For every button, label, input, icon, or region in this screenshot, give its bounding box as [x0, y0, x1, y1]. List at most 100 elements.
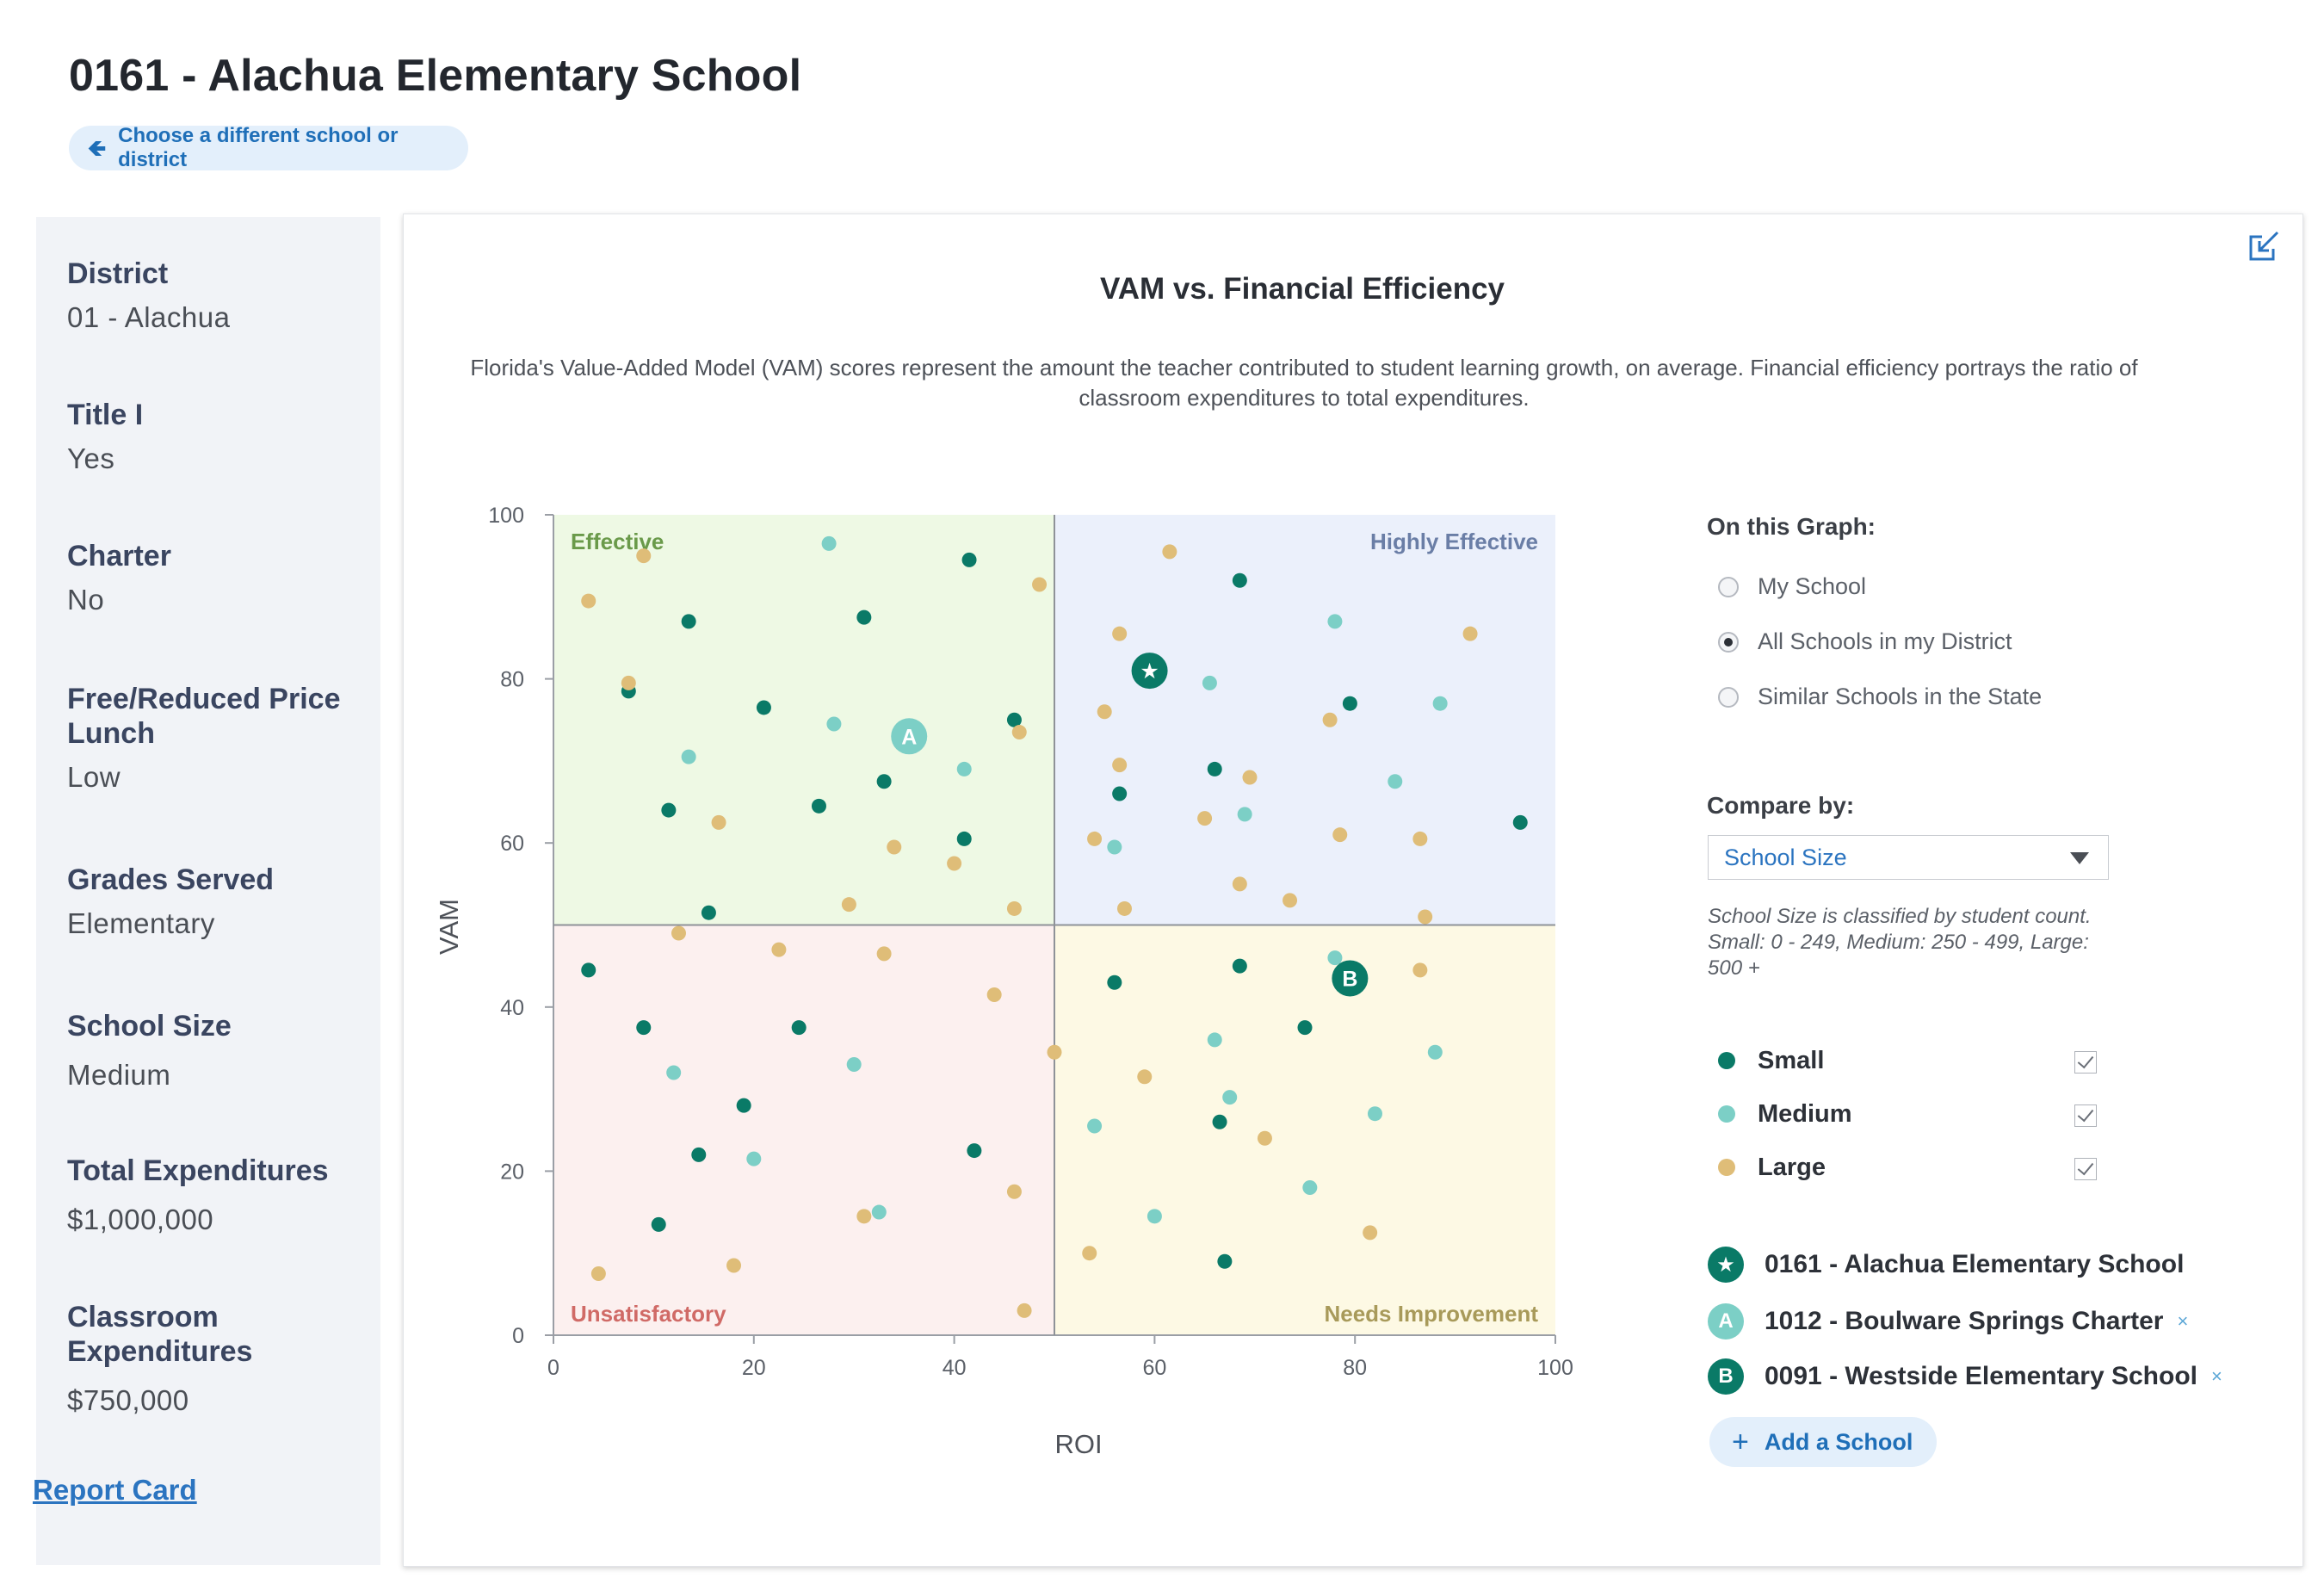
plus-icon: + [1732, 1426, 1749, 1458]
legend-item-large: Large [1718, 1150, 2097, 1185]
data-point-small [1512, 814, 1528, 830]
highlight-marker-label: B [1342, 967, 1357, 991]
data-point-large [1116, 900, 1132, 916]
data-point-small [1217, 1253, 1233, 1269]
data-point-medium [1388, 774, 1403, 789]
compare-by-heading: Compare by: [1707, 792, 1855, 819]
data-point-medium [666, 1065, 682, 1080]
data-point-small [791, 1020, 807, 1036]
radio-label: Similar Schools in the State [1758, 684, 2043, 709]
data-point-small [1107, 975, 1122, 990]
legend-item-medium: Medium [1718, 1097, 2097, 1131]
data-point-medium [1237, 807, 1252, 822]
remove-school-a-button[interactable]: × [2177, 1310, 2188, 1333]
data-point-large [1162, 544, 1177, 560]
data-point-medium [1302, 1179, 1318, 1195]
add-school-button[interactable]: + Add a School [1709, 1417, 1937, 1467]
data-point-small [651, 1216, 666, 1232]
data-point-small [1112, 786, 1128, 801]
y-axis-label: VAM [434, 899, 464, 955]
data-point-small [856, 609, 872, 625]
data-point-medium [1222, 1090, 1238, 1105]
highlight-marker-label: ★ [1140, 659, 1159, 684]
scatter-chart: Effective Highly Effective Unsatisfactory N… [434, 504, 1573, 1459]
data-point-small [876, 774, 892, 789]
data-point-small [756, 700, 771, 715]
data-point-large [1363, 1225, 1378, 1241]
highlight-marker-label: A [901, 725, 917, 749]
data-point-medium [956, 761, 972, 777]
data-point-small [701, 905, 716, 920]
school-name: 0091 - Westside Elementary School [1765, 1362, 2197, 1390]
x-axis-label: ROI [1054, 1429, 1102, 1459]
data-point-small [661, 802, 677, 818]
quadrant-top-right [1054, 515, 1555, 925]
data-point-medium [1327, 614, 1343, 629]
legend-item-small: Small [1718, 1043, 2097, 1078]
data-point-large [1082, 1246, 1097, 1261]
data-point-large [771, 942, 787, 957]
data-point-large [876, 946, 892, 962]
quadrant-label: Highly Effective [1370, 529, 1538, 554]
data-point-large [1112, 626, 1128, 641]
data-point-medium [821, 535, 837, 551]
data-point-medium [681, 749, 696, 764]
data-point-medium [1327, 950, 1343, 966]
large-checkbox[interactable] [2074, 1158, 2097, 1180]
compare-by-value: School Size [1724, 844, 1847, 870]
data-point-large [1006, 1184, 1022, 1199]
data-point-medium [871, 1204, 887, 1220]
quadrant-bottom-right [1054, 925, 1555, 1335]
data-point-large [671, 925, 686, 941]
quadrant-label: Needs Improvement [1324, 1301, 1538, 1327]
radio-button[interactable] [1718, 576, 1739, 597]
data-point-large [1283, 893, 1298, 908]
data-point-large [1332, 827, 1348, 843]
data-point-large [841, 897, 856, 913]
data-point-large [1087, 831, 1103, 846]
legend-label: Large [1758, 1153, 1826, 1181]
data-point-large [1112, 758, 1128, 773]
radio-button[interactable] [1718, 631, 1739, 653]
data-point-large [590, 1266, 606, 1282]
my-school-item: ★ 0161 - Alachua Elementary School [1708, 1247, 2184, 1283]
radio-all-district[interactable]: All Schools in my District [1718, 628, 2012, 655]
data-point-large [1412, 962, 1428, 978]
data-point-small [1207, 761, 1222, 777]
data-point-large [947, 856, 962, 871]
x-tick-label: 60 [1142, 1356, 1166, 1380]
badge-b: B [1708, 1358, 1744, 1395]
remove-school-b-button[interactable]: × [2211, 1365, 2222, 1388]
small-dot-icon [1718, 1052, 1735, 1069]
radio-similar-state[interactable]: Similar Schools in the State [1718, 684, 2042, 710]
y-tick-label: 100 [488, 504, 524, 528]
medium-checkbox[interactable] [2074, 1104, 2097, 1127]
data-point-small [681, 614, 696, 629]
data-point-medium [846, 1057, 862, 1073]
data-point-large [1462, 626, 1478, 641]
data-point-small [1232, 958, 1247, 974]
quadrant-top-left [553, 515, 1054, 925]
radio-my-school[interactable]: My School [1718, 573, 1866, 600]
x-tick-label: 80 [1343, 1356, 1367, 1380]
radio-button[interactable] [1718, 686, 1739, 708]
compare-by-select[interactable]: School Size [1708, 835, 2109, 880]
data-point-large [1242, 770, 1258, 785]
radio-label: All Schools in my District [1758, 628, 2012, 654]
data-point-large [856, 1209, 872, 1224]
x-tick-label: 0 [547, 1356, 559, 1380]
quadrant-label: Unsatisfactory [571, 1301, 726, 1327]
data-point-large [621, 675, 636, 690]
data-point-small [811, 798, 826, 814]
data-point-small [967, 1143, 982, 1159]
badge-a: A [1708, 1303, 1744, 1340]
data-point-small [1212, 1114, 1227, 1129]
small-checkbox[interactable] [2074, 1051, 2097, 1074]
data-point-large [1232, 876, 1247, 892]
data-point-medium [1427, 1044, 1443, 1060]
data-point-large [726, 1258, 742, 1273]
data-point-small [736, 1098, 751, 1113]
x-tick-label: 20 [742, 1356, 766, 1380]
data-point-small [1297, 1020, 1313, 1036]
data-point-medium [1432, 696, 1448, 711]
